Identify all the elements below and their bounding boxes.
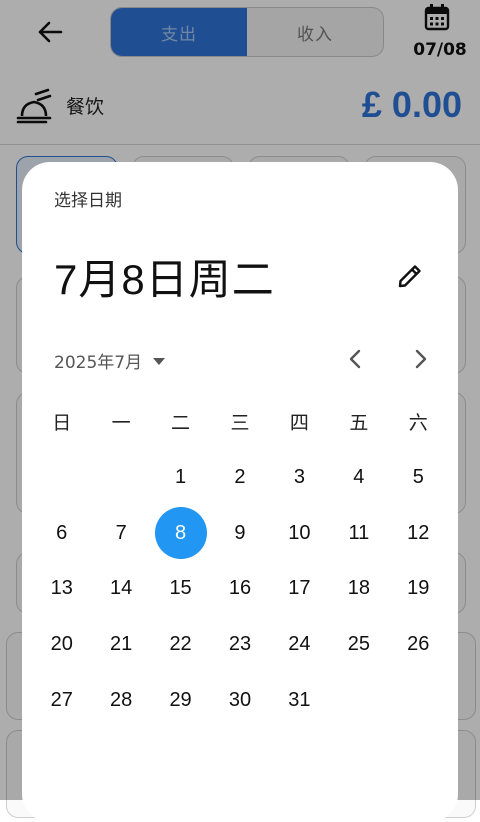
- day-number: 11: [348, 521, 370, 544]
- day-number: 24: [288, 633, 311, 656]
- day-cell[interactable]: 9: [210, 506, 269, 562]
- day-number: 6: [56, 521, 68, 544]
- day-number: 22: [169, 633, 192, 656]
- day-cell[interactable]: 10: [270, 506, 329, 562]
- day-number: 29: [169, 688, 192, 711]
- weekday-label: 一: [111, 412, 131, 434]
- weekday-label: 五: [349, 412, 369, 434]
- day-cell[interactable]: 27: [32, 672, 91, 728]
- day-number: 30: [228, 688, 252, 711]
- day-number: 5: [412, 466, 424, 489]
- day-cell[interactable]: 1: [151, 450, 210, 506]
- day-number: 28: [110, 688, 133, 711]
- weekday-label: 六: [408, 412, 428, 434]
- weekday-label: 三: [230, 412, 250, 434]
- day-number: 26: [407, 633, 430, 656]
- pencil-icon: [398, 265, 421, 288]
- day-cell[interactable]: 26: [389, 617, 448, 673]
- weekday-label: 二: [171, 412, 191, 434]
- month-year-label: 2025年7月: [54, 353, 143, 373]
- weekday-label: 日: [52, 412, 72, 434]
- day-number: 16: [228, 577, 252, 600]
- previous-month-button[interactable]: [340, 344, 370, 374]
- day-number: 10: [288, 521, 311, 544]
- dialog-title: 选择日期: [54, 191, 122, 211]
- day-number: 17: [288, 577, 311, 600]
- weekday-label: 四: [289, 412, 309, 434]
- day-cell[interactable]: 13: [32, 561, 91, 617]
- day-number: 18: [347, 577, 370, 600]
- day-number: 12: [407, 521, 430, 544]
- day-number: 23: [228, 633, 252, 656]
- day-number: 3: [293, 466, 305, 489]
- day-cell[interactable]: 14: [91, 561, 150, 617]
- selected-date-headline: 7月8日周二: [54, 256, 275, 303]
- day-cell[interactable]: 30: [210, 672, 269, 728]
- day-number: 14: [110, 577, 133, 600]
- day-cell[interactable]: 31: [270, 672, 329, 728]
- day-cell[interactable]: 12: [389, 506, 448, 562]
- day-cell-selected[interactable]: 8: [151, 506, 210, 562]
- day-number: 9: [234, 521, 246, 544]
- empty-day-cell: [32, 450, 91, 506]
- day-cell[interactable]: 17: [270, 561, 329, 617]
- chevron-right-icon: [415, 349, 427, 369]
- day-cell[interactable]: 24: [270, 617, 329, 673]
- day-number: 2: [234, 466, 246, 489]
- day-number: 20: [50, 633, 73, 656]
- day-number: 8: [154, 507, 207, 560]
- day-cell[interactable]: 28: [91, 672, 150, 728]
- day-number: 27: [50, 688, 73, 711]
- day-cell[interactable]: 11: [329, 506, 388, 562]
- day-number: 4: [353, 466, 365, 489]
- day-cell[interactable]: 7: [91, 506, 150, 562]
- day-cell[interactable]: 22: [151, 617, 210, 673]
- day-cell[interactable]: 5: [389, 450, 448, 506]
- edit-date-button[interactable]: [392, 258, 428, 294]
- day-cell[interactable]: 16: [210, 561, 269, 617]
- month-year-selector[interactable]: 2025年7月: [54, 348, 166, 373]
- empty-day-cell: [91, 450, 150, 506]
- day-cell[interactable]: 15: [151, 561, 210, 617]
- day-cell[interactable]: 2: [210, 450, 269, 506]
- chevron-left-icon: [349, 349, 361, 369]
- date-picker-dialog: 选择日期 7月8日周二 2025年7月 日 一 二 三 四 五 六 123456…: [22, 162, 458, 822]
- day-cell[interactable]: 4: [329, 450, 388, 506]
- day-cell[interactable]: 18: [329, 561, 388, 617]
- day-cell[interactable]: 29: [151, 672, 210, 728]
- days-grid: 1 2 3 4 5 6 7 8 9 10 11 12 13 14 15 16 17 18 19 20 21 22 23 24 2…: [32, 450, 448, 728]
- day-cell[interactable]: 6: [32, 506, 91, 562]
- day-cell[interactable]: 3: [270, 450, 329, 506]
- day-number: 1: [175, 466, 187, 489]
- dropdown-arrow-icon: [153, 357, 166, 365]
- day-cell[interactable]: 20: [32, 617, 91, 673]
- day-cell[interactable]: 21: [91, 617, 150, 673]
- day-number: 21: [110, 633, 133, 656]
- weekday-header: 日 一 二 三 四 五 六: [32, 408, 448, 435]
- day-cell[interactable]: 25: [329, 617, 388, 673]
- day-number: 13: [50, 577, 73, 600]
- next-month-button[interactable]: [406, 344, 436, 374]
- day-number: 19: [407, 577, 430, 600]
- day-number: 15: [169, 577, 192, 600]
- day-number: 7: [115, 521, 127, 544]
- day-number: 25: [347, 633, 370, 656]
- day-number: 31: [288, 688, 311, 711]
- day-cell[interactable]: 23: [210, 617, 269, 673]
- day-cell[interactable]: 19: [389, 561, 448, 617]
